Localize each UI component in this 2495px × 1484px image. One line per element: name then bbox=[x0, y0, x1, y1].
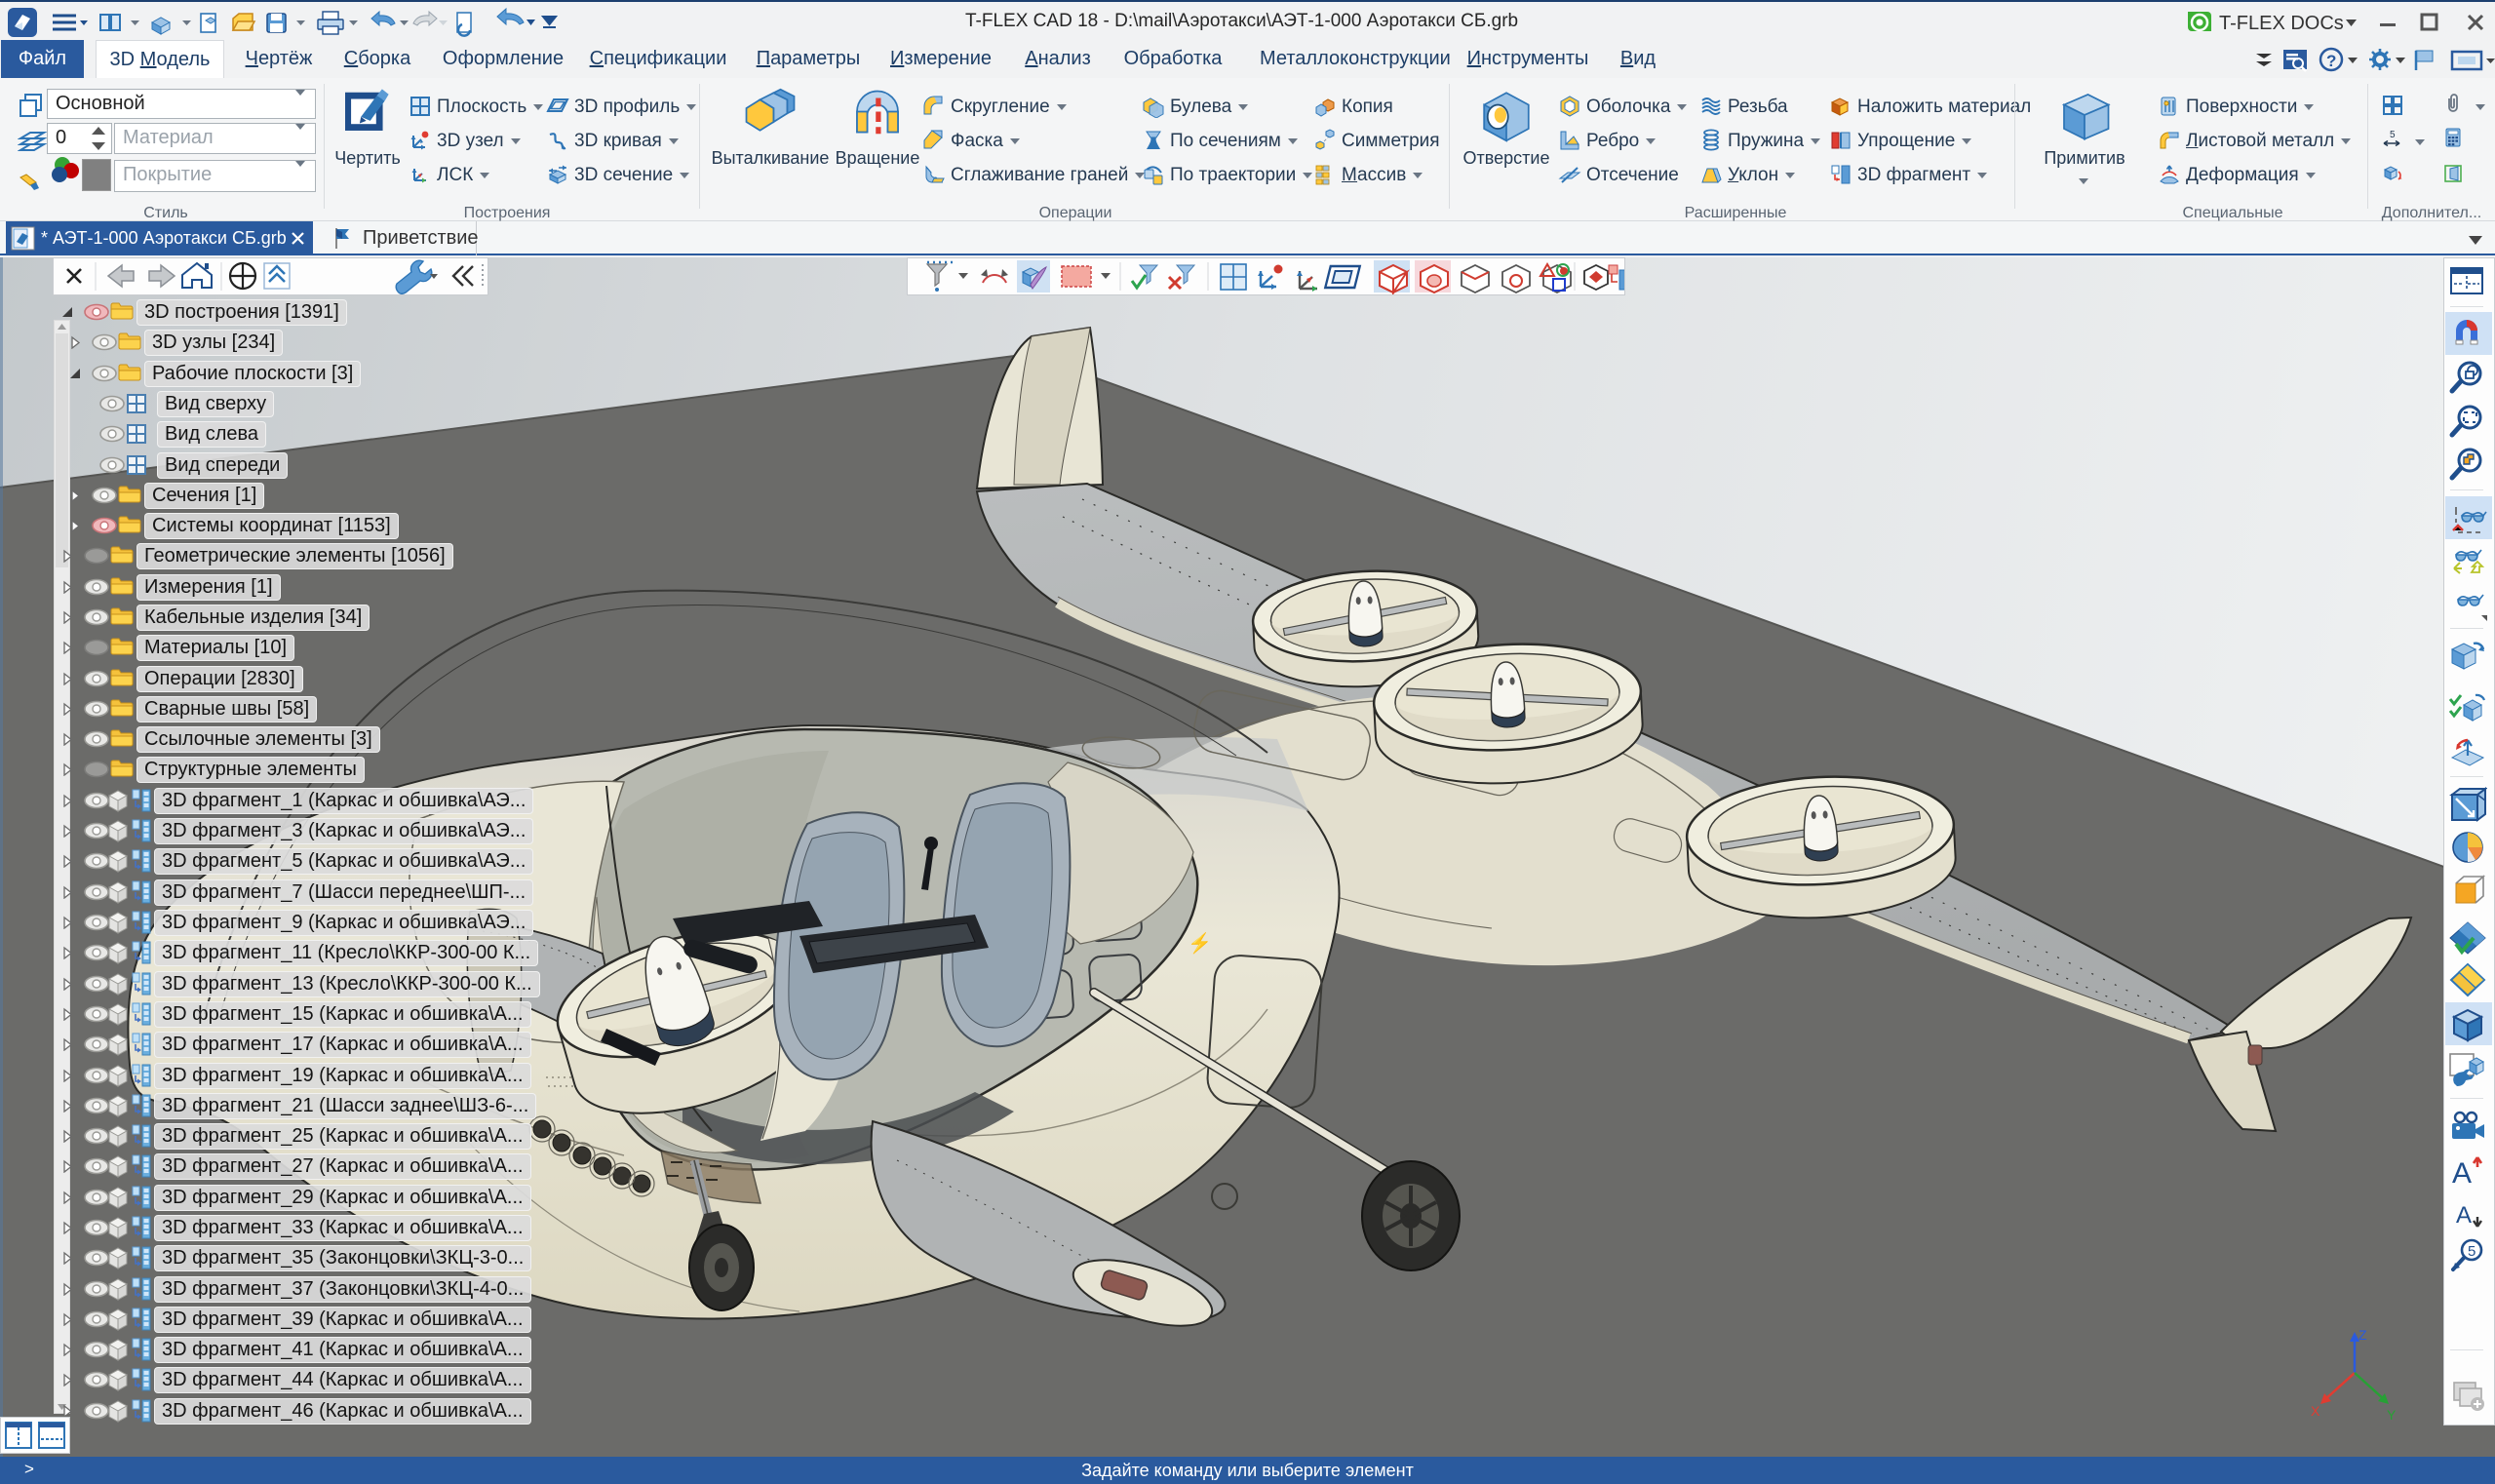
svg-text:A: A bbox=[2452, 1157, 2472, 1190]
svg-text:T-FLEX DOCs: T-FLEX DOCs bbox=[2219, 13, 2344, 34]
svg-text:Z: Z bbox=[2359, 1327, 2367, 1343]
svg-text:X: X bbox=[2311, 1403, 2320, 1419]
svg-text:5: 5 bbox=[2468, 1243, 2476, 1260]
svg-text:A: A bbox=[2456, 1202, 2472, 1229]
svg-text:Y: Y bbox=[2387, 1407, 2397, 1423]
svg-text:5: 5 bbox=[2390, 130, 2396, 140]
svg-text:?: ? bbox=[2326, 52, 2336, 70]
